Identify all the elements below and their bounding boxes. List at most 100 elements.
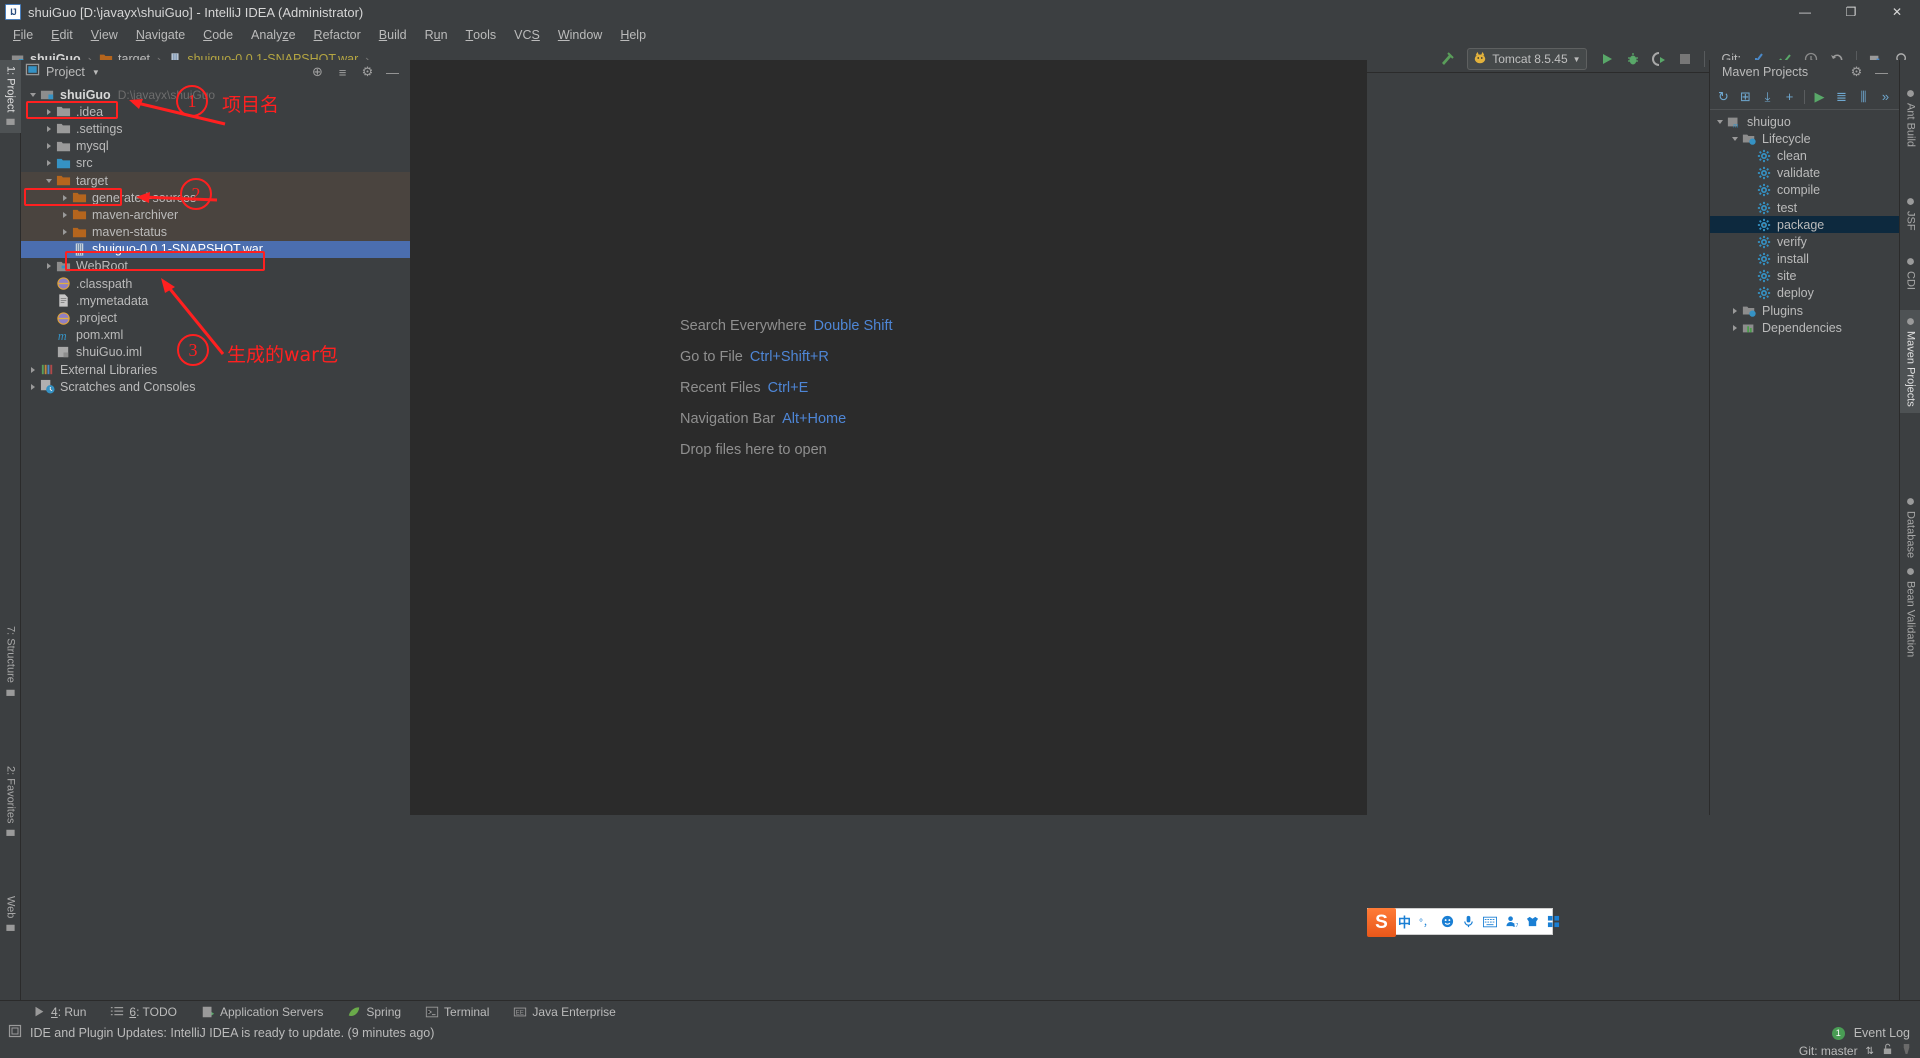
menu-item-build[interactable]: Build [370,25,416,45]
voice-input-icon[interactable] [1462,915,1475,928]
expand-arrow-icon[interactable] [43,106,54,117]
collapse-all-icon[interactable]: ≡ [335,65,350,80]
tree-node-scratches-and-consoles[interactable]: Scratches and Consoles [21,378,410,395]
add-maven-project-icon[interactable]: + [1780,89,1799,104]
maven-node-compile[interactable]: compile [1710,182,1899,199]
soft-keyboard-icon[interactable] [1483,916,1498,928]
bottom-tab-terminal[interactable]: Terminal [413,1001,501,1023]
run-configuration-selector[interactable]: Tomcat 8.5.45 ▼ [1467,48,1587,70]
hide-panel-icon[interactable]: — [385,65,400,80]
project-tree[interactable]: shuiGuo D:\javayx\shuiGuo .idea .settings my… [21,84,410,815]
expand-arrow-icon[interactable] [43,261,54,272]
debug-bug-icon[interactable] [1621,48,1645,70]
tree-node-src[interactable]: src [21,155,410,172]
close-button[interactable]: ✕ [1874,0,1920,24]
maven-node-plugins[interactable]: Plugins [1710,302,1899,319]
tree-node-shuiguo[interactable]: shuiGuo D:\javayx\shuiGuo [21,86,410,103]
tool-tab-ant-build[interactable]: Ant Build [1900,82,1920,153]
expand-arrow-icon[interactable] [59,209,70,220]
menu-item-navigate[interactable]: Navigate [127,25,194,45]
tool-tab-jsf[interactable]: JSF [1900,190,1920,237]
expand-arrow-icon[interactable] [43,175,54,186]
more-options-icon[interactable]: » [1876,89,1895,104]
punctuation-mode-icon[interactable]: °， [1419,914,1433,929]
run-with-coverage-icon[interactable] [1647,48,1671,70]
tool-tab-2--favorites[interactable]: 2: Favorites [0,760,21,844]
status-message[interactable]: IDE and Plugin Updates: IntelliJ IDEA is… [30,1026,434,1040]
editor-empty-area[interactable]: Search Everywhere Double Shift Go to File C… [410,60,1367,815]
stop-square-icon[interactable] [1673,48,1697,70]
minimize-button[interactable]: — [1782,0,1828,24]
maven-tree[interactable]: m shuiguo Lifecycle clean validate compile tes… [1710,110,1899,815]
memory-indicator-icon[interactable] [1901,1042,1912,1058]
tree-node-pom-xml[interactable]: m pom.xml [21,327,410,344]
chevron-down-icon[interactable]: ▼ [1573,55,1581,64]
user-account-icon[interactable]: 17 [1505,915,1518,928]
menu-item-tools[interactable]: Tools [457,25,506,45]
tool-tab-database[interactable]: Database [1900,490,1920,564]
expand-arrow-icon[interactable] [1729,322,1740,333]
menu-item-window[interactable]: Window [549,25,611,45]
maven-node-dependencies[interactable]: Dependencies [1710,319,1899,336]
menu-item-edit[interactable]: Edit [42,25,82,45]
menu-item-run[interactable]: Run [416,25,457,45]
expand-arrow-icon[interactable] [1729,305,1740,316]
expand-arrow-icon[interactable] [43,141,54,152]
tree-node-maven-status[interactable]: maven-status [21,223,410,241]
menu-item-vcs[interactable]: VC S [505,25,549,45]
tree-node--mymetadata[interactable]: .mymetadata [21,292,410,309]
menu-item-analyze[interactable]: Analy z e [242,25,304,45]
expand-arrow-icon[interactable] [27,89,38,100]
chevron-down-icon[interactable]: ▼ [92,68,100,77]
expand-arrow-icon[interactable] [59,227,70,238]
menu-item-file[interactable]: File [4,25,42,45]
tree-node-generated-sources[interactable]: generated-sources [21,189,410,207]
menu-item-code[interactable]: Code [194,25,242,45]
toolbox-icon[interactable] [1547,915,1560,928]
tool-tab-bean-validation[interactable]: Bean Validation [1900,560,1920,663]
tree-node--settings[interactable]: .settings [21,120,410,137]
unlock-icon[interactable] [1882,1042,1893,1058]
expand-arrow-icon[interactable] [43,158,54,169]
tree-node-webroot[interactable]: WebRoot [21,258,410,275]
bottom-tab-java-enterprise[interactable]: EE Java Enterprise [501,1001,627,1023]
expand-arrow-icon[interactable] [43,123,54,134]
tree-node-shuiguo-iml[interactable]: shuiGuo.iml [21,344,410,361]
tree-node-mysql[interactable]: mysql [21,138,410,155]
expand-arrow-icon[interactable] [27,381,38,392]
locate-target-icon[interactable]: ⊕ [310,64,325,80]
tree-node--classpath[interactable]: .classpath [21,275,410,292]
maven-node-test[interactable]: test [1710,199,1899,216]
bottom-tab-application-servers[interactable]: Application Servers [189,1001,335,1023]
gear-settings-icon[interactable]: ⚙ [1849,64,1864,80]
menu-item-refactor[interactable]: Refactor [305,25,370,45]
menu-item-help[interactable]: Help [611,25,655,45]
notification-icon[interactable] [8,1024,22,1043]
tool-tab-cdi[interactable]: CDI [1900,250,1920,296]
download-sources-icon[interactable]: ⤓ [1758,89,1777,104]
tool-tab-web[interactable]: Web [0,890,21,939]
menu-item-view[interactable]: View [82,25,127,45]
bottom-tab-spring[interactable]: Spring [335,1001,413,1023]
tree-node-maven-archiver[interactable]: maven-archiver [21,206,410,224]
maven-node-deploy[interactable]: deploy [1710,285,1899,302]
tool-tab-1--project[interactable]: 1: Project [0,60,21,134]
run-green-triangle-icon[interactable] [1595,48,1619,70]
tree-node-shuiguo-0-0-1-snapshot-war[interactable]: shuiguo-0.0.1-SNAPSHOT.war [21,240,410,258]
reimport-refresh-icon[interactable]: ↻ [1714,89,1733,104]
chinese-mode-icon[interactable]: 中 [1398,912,1411,931]
maximize-button[interactable]: ❐ [1828,0,1874,24]
tree-node--idea[interactable]: .idea [21,103,410,120]
maven-node-package[interactable]: package [1710,216,1899,234]
execute-goal-icon[interactable]: ≣ [1832,89,1851,104]
hammer-icon[interactable] [1435,48,1459,70]
expand-arrow-icon[interactable] [27,364,38,375]
tree-node-external-libraries[interactable]: External Libraries [21,361,410,378]
maven-node-validate[interactable]: validate [1710,165,1899,182]
emoji-icon[interactable] [1441,915,1454,928]
tool-tab-7--structure[interactable]: 7: Structure [0,620,21,704]
event-log-button[interactable]: Event Log [1854,1026,1910,1040]
bottom-tab-6--todo[interactable]: 6: TODO [98,1001,189,1023]
bottom-tab-4--run[interactable]: 4: Run [20,1001,98,1023]
run-maven-build-icon[interactable]: ▶ [1810,89,1829,104]
